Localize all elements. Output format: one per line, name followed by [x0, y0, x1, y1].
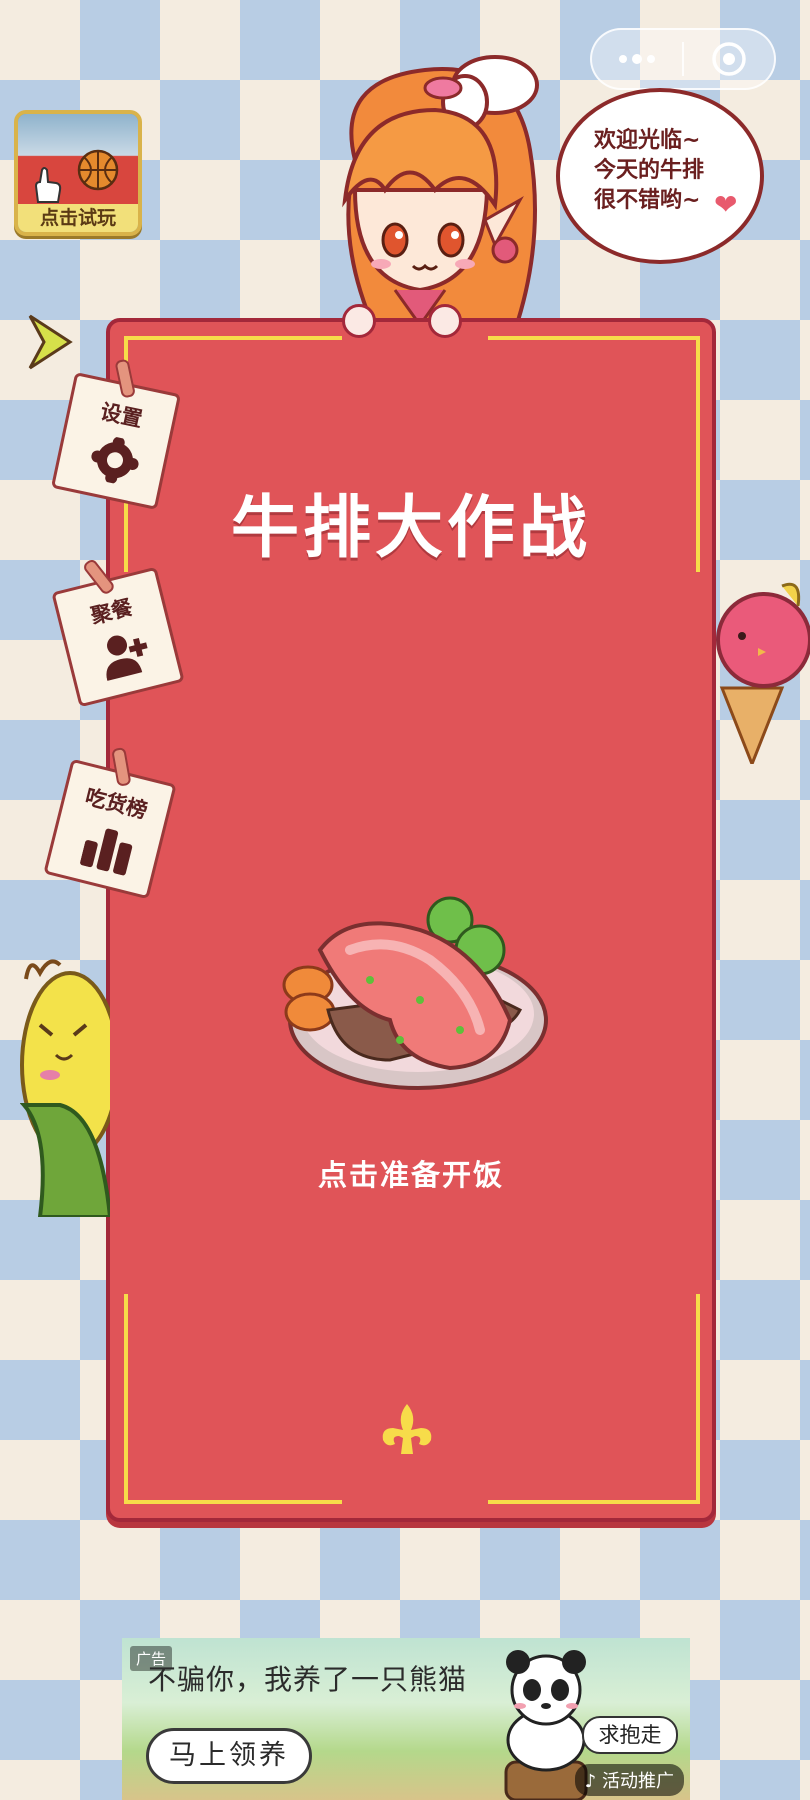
more-button[interactable] [592, 30, 682, 88]
steak-plate-button[interactable] [280, 890, 550, 1100]
board-pin-right [428, 304, 462, 338]
corn-mascot [20, 959, 110, 1217]
frame-top-right [488, 336, 700, 340]
add-user-icon [106, 635, 148, 681]
frame-top-left [124, 336, 342, 340]
ad-panda-speech: 求抱走 [582, 1716, 678, 1754]
trial-game-label: 点击试玩 [18, 204, 138, 232]
ad-source-tag: ♪ 活动推广 [574, 1764, 684, 1796]
trial-game-button[interactable]: 点击试玩 [14, 110, 142, 236]
ad-source-text: 活动推广 [602, 1771, 674, 1792]
chef-girl-mascot [342, 55, 539, 332]
bar-chart-icon [80, 828, 133, 876]
heart-icon: ❤ [714, 188, 738, 221]
target-circle-icon [712, 42, 746, 76]
ad-banner[interactable]: 广告 不骗你，我养了一只熊猫 马上领养 求抱走 ♪ 活动推广 [122, 1638, 690, 1800]
start-game-button[interactable]: 点击准备开饭 [110, 1152, 712, 1194]
gear-icon [91, 436, 139, 484]
music-note-icon: ♪ [584, 1771, 597, 1792]
ad-adopt-button[interactable]: 马上领养 [146, 1728, 312, 1784]
chef-speech-bubble: 欢迎光临~ 今天的牛排 很不错哟~ ❤ [556, 88, 764, 264]
main-board: 牛排大作战 点击准备开饭 [106, 304, 716, 1522]
board-pin-left [342, 304, 376, 338]
frame-left-bottom [124, 1294, 128, 1504]
frame-right-bottom [696, 1294, 700, 1504]
mini-program-capsule [590, 28, 776, 90]
settings-label: 设置 [98, 399, 145, 432]
fleur-de-lis-icon [382, 1404, 432, 1454]
ice-cream-mascot [716, 582, 810, 764]
frame-bottom-left [124, 1500, 342, 1504]
leaderboard-label: 吃货榜 [82, 784, 150, 824]
frame-bottom-right [488, 1500, 700, 1504]
tap-hand-icon [34, 167, 62, 203]
ad-headline: 不骗你，我养了一只熊猫 [148, 1663, 468, 1696]
party-label: 聚餐 [88, 595, 135, 629]
game-title: 牛排大作战 [230, 489, 591, 568]
more-dots-icon [619, 54, 655, 64]
basketball-icon [77, 149, 119, 191]
arrow-right-icon[interactable] [26, 312, 74, 372]
close-button[interactable] [684, 30, 774, 88]
